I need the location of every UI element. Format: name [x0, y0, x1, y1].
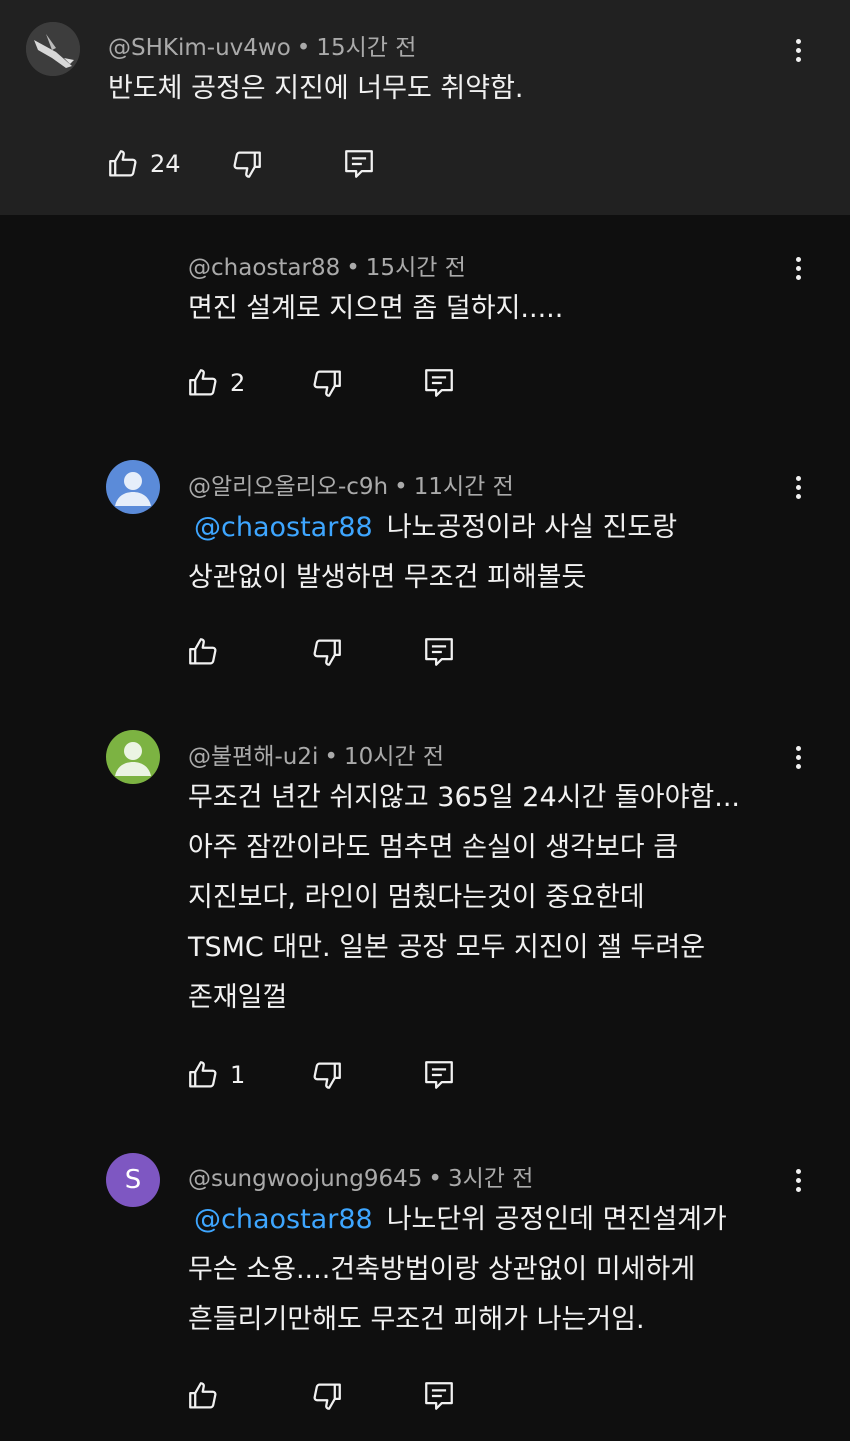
more-vert-icon[interactable] — [778, 248, 818, 288]
thumbs-up-icon — [189, 638, 217, 665]
comment-line: 면진 설계로 지으면 좀 덜하지..... — [188, 293, 564, 324]
thumbs-down-icon — [313, 639, 341, 666]
avatar[interactable] — [106, 730, 160, 784]
mention-link[interactable]: @chaostar88 — [194, 1204, 373, 1235]
avatar[interactable]: S — [106, 1153, 160, 1207]
avatar[interactable] — [106, 460, 160, 514]
comment-text: 반도체 공정은 지진에 너무도 취약함. — [108, 64, 524, 114]
author-name[interactable]: @알리오올리오-c9h — [188, 474, 388, 500]
comment-line: 지진보다, 라인이 멈췄다는것이 중요한데 — [188, 882, 645, 913]
default-person-avatar — [115, 472, 151, 506]
like-count: 1 — [230, 1061, 246, 1089]
more-vert-icon[interactable] — [778, 737, 818, 777]
comment-meta: @chaostar88 • 15시간 전 — [188, 255, 466, 281]
like-count: 24 — [150, 150, 181, 178]
comment-time[interactable]: 15시간 전 — [316, 35, 416, 61]
dislike-button[interactable] — [310, 632, 344, 672]
like-button[interactable]: 24 — [106, 144, 181, 184]
comment-line: 나노단위 공정인데 면진설계가 — [386, 1204, 727, 1235]
thumbs-up-icon — [189, 369, 217, 396]
mention-link[interactable]: @chaostar88 — [194, 512, 373, 543]
comment-meta: @sungwoojung9645 • 3시간 전 — [188, 1166, 534, 1192]
like-count: 2 — [230, 369, 246, 397]
author-name[interactable]: @chaostar88 — [188, 255, 340, 281]
thumbs-down-icon — [233, 151, 261, 178]
comment-line: 흔들리기만해도 무조건 피해가 나는거임. — [188, 1304, 645, 1335]
bird-avatar-image — [26, 22, 80, 76]
author-name[interactable]: @SHKim-uv4wo — [108, 35, 291, 61]
author-name[interactable]: @sungwoojung9645 — [188, 1166, 422, 1192]
comment-time[interactable]: 15시간 전 — [366, 255, 466, 281]
thumbs-up-icon — [109, 150, 137, 177]
comment-line: 존재일껄 — [188, 982, 288, 1013]
more-vert-icon[interactable] — [778, 30, 818, 70]
reply-button[interactable] — [422, 632, 456, 672]
comment-line: 반도체 공정은 지진에 너무도 취약함. — [108, 73, 524, 104]
reply-icon — [425, 369, 453, 397]
like-button[interactable] — [186, 1376, 230, 1416]
dislike-button[interactable] — [310, 1055, 344, 1095]
dislike-button[interactable] — [310, 1376, 344, 1416]
comment-text: @chaostar88 나노공정이라 사실 진도랑 상관없이 발생하면 무조건 피… — [188, 503, 677, 603]
reply-icon — [425, 1061, 453, 1089]
comment-time[interactable]: 11시간 전 — [414, 474, 514, 500]
thumbs-down-icon — [313, 1383, 341, 1410]
reply-button[interactable] — [422, 1055, 456, 1095]
more-vert-icon[interactable] — [778, 1160, 818, 1200]
reply-button[interactable] — [422, 363, 456, 403]
reply-button[interactable] — [422, 1376, 456, 1416]
comment-meta: @알리오올리오-c9h • 11시간 전 — [188, 474, 514, 500]
like-button[interactable]: 2 — [186, 363, 245, 403]
avatar-letter: S — [124, 1165, 142, 1195]
comment-text: 면진 설계로 지으면 좀 덜하지..... — [188, 284, 563, 334]
reply-icon — [345, 150, 373, 178]
thumbs-up-icon — [189, 1061, 217, 1088]
dislike-button[interactable] — [230, 144, 264, 184]
comment-text: @chaostar88 나노단위 공정인데 면진설계가 무슨 소용....건축방법… — [188, 1195, 727, 1345]
reply-button[interactable] — [342, 144, 376, 184]
avatar[interactable] — [26, 22, 80, 76]
more-vert-icon[interactable] — [778, 467, 818, 507]
thumbs-down-icon — [313, 1062, 341, 1089]
comment-meta: @SHKim-uv4wo • 15시간 전 — [108, 35, 417, 61]
thumbs-down-icon — [313, 370, 341, 397]
comment-text: 무조건 년간 쉬지않고 365일 24시간 돌아야함... 아주 잠깐이라도 멈… — [188, 773, 740, 1023]
like-button[interactable] — [186, 632, 230, 672]
reply-icon — [425, 1382, 453, 1410]
reply-icon — [425, 638, 453, 666]
comment-time[interactable]: 10시간 전 — [344, 744, 444, 770]
default-person-avatar — [115, 742, 151, 776]
thumbs-up-icon — [189, 1382, 217, 1409]
comment-line: 상관없이 발생하면 무조건 피해볼듯 — [188, 562, 587, 593]
comment-line: 아주 잠깐이라도 멈추면 손실이 생각보다 큼 — [188, 832, 679, 863]
comment-meta: @불편해-u2i • 10시간 전 — [188, 744, 445, 770]
comment-line: 무조건 년간 쉬지않고 365일 24시간 돌아야함... — [188, 782, 740, 813]
comment-time[interactable]: 3시간 전 — [448, 1166, 533, 1192]
author-name[interactable]: @불편해-u2i — [188, 744, 318, 770]
dislike-button[interactable] — [310, 363, 344, 403]
like-button[interactable]: 1 — [186, 1055, 245, 1095]
comment-line: TSMC 대만. 일본 공장 모두 지진이 잴 두려운 — [188, 932, 706, 963]
comment-line: 나노공정이라 사실 진도랑 — [386, 512, 678, 543]
comment-line: 무슨 소용....건축방법이랑 상관없이 미세하게 — [188, 1254, 696, 1285]
